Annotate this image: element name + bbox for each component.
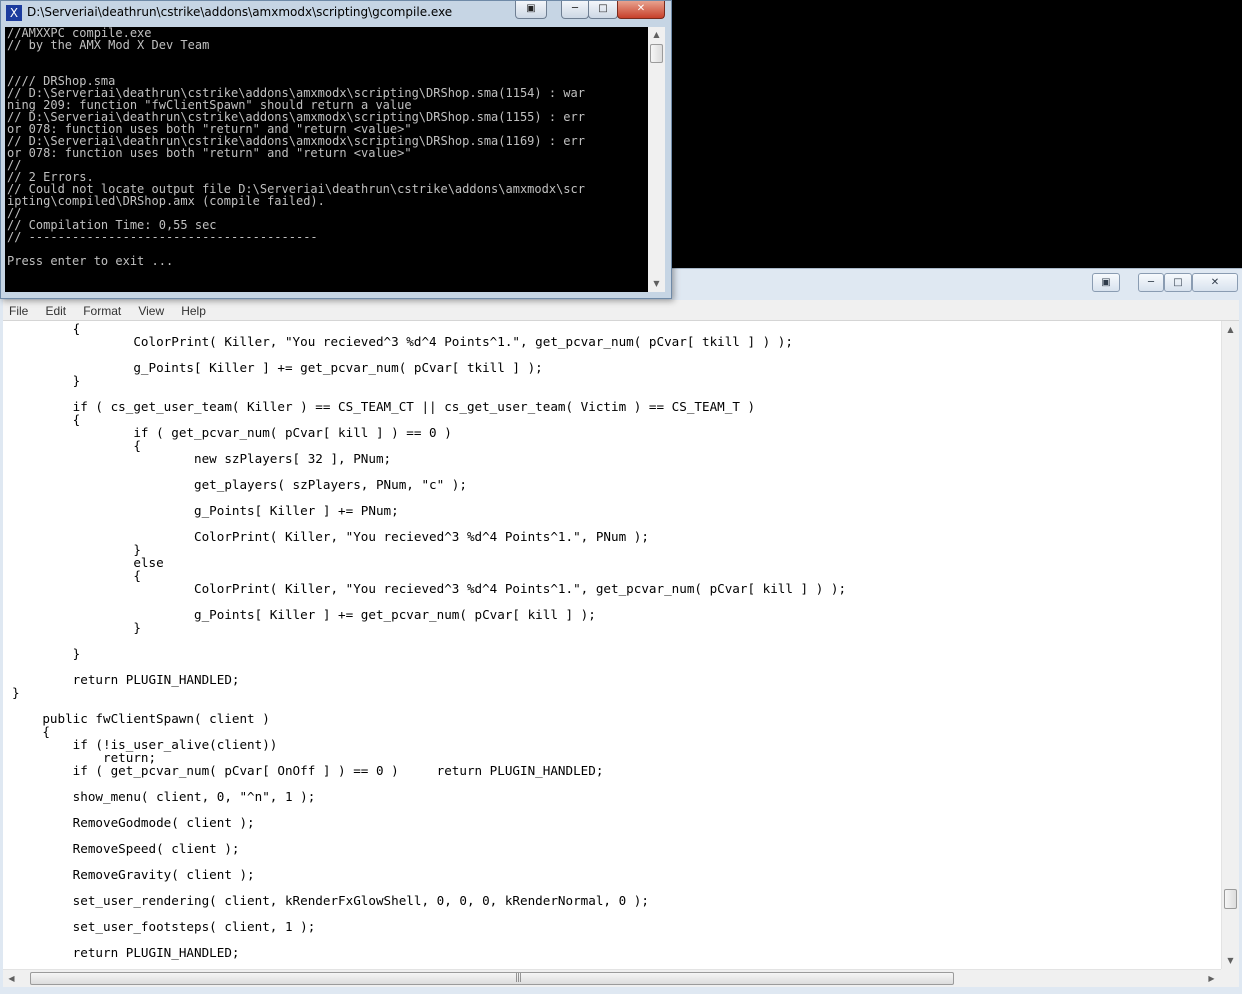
code-line: ColorPrint( Killer, "You recieved^3 %d^4…	[12, 581, 847, 596]
code-line: RemoveGodmode( client );	[12, 815, 255, 830]
code-line: }	[12, 646, 81, 661]
code-line: if ( get_pcvar_num( pCvar[ OnOff ] ) == …	[12, 763, 604, 778]
menu-view[interactable]: View	[132, 301, 170, 321]
console-line: or 078: function uses both "return" and …	[7, 146, 412, 160]
code-line: }	[12, 373, 81, 388]
console-line: ipting\compiled\DRShop.amx (compile fail…	[7, 194, 325, 208]
console-line: // -------------------------------------…	[7, 230, 318, 244]
code-line: set_user_rendering( client, kRenderFxGlo…	[12, 893, 649, 908]
menu-file[interactable]: File	[3, 301, 34, 321]
scroll-right-icon[interactable]: ▶	[1203, 970, 1220, 987]
code-line: g_Points[ Killer ] += get_pcvar_num( pCv…	[12, 360, 543, 375]
console-line: Press enter to exit ...	[7, 254, 174, 268]
minimize-button[interactable]: ─	[1138, 273, 1164, 292]
code-line: set_user_footsteps( client, 1 );	[12, 919, 316, 934]
code-line: return PLUGIN_HANDLED;	[12, 945, 240, 960]
menu-format[interactable]: Format	[77, 301, 127, 321]
menu-edit[interactable]: Edit	[39, 301, 72, 321]
code-line: show_menu( client, 0, "^n", 1 );	[12, 789, 316, 804]
console-window: X D:\Serveriai\deathrun\cstrike\addons\a…	[0, 0, 672, 299]
scroll-down-icon[interactable]: ▼	[1222, 952, 1239, 969]
console-output[interactable]: //AMXXPC compile.exe// by the AMX Mod X …	[5, 27, 648, 292]
console-title: D:\Serveriai\deathrun\cstrike\addons\amx…	[27, 5, 453, 19]
source-code: { ColorPrint( Killer, "You recieved^3 %d…	[12, 322, 846, 959]
scroll-left-icon[interactable]: ◀	[3, 970, 20, 987]
code-line: RemoveGravity( client );	[12, 867, 255, 882]
scroll-up-icon[interactable]: ▲	[648, 27, 665, 43]
notepad-window: ▣ ─ □ ✕ File Edit Format View Help { Col…	[0, 268, 1242, 994]
code-line: }	[12, 620, 141, 635]
scroll-up-icon[interactable]: ▲	[1222, 321, 1239, 338]
code-line: if ( cs_get_user_team( Killer ) == CS_TE…	[12, 399, 756, 414]
console-text: //AMXXPC compile.exe// by the AMX Mod X …	[7, 27, 585, 267]
code-line: return PLUGIN_HANDLED;	[12, 672, 240, 687]
horizontal-scrollbar[interactable]: ◀ ||| ▶	[3, 969, 1221, 987]
console-titlebar[interactable]: X D:\Serveriai\deathrun\cstrike\addons\a…	[1, 1, 671, 25]
background-console-area	[672, 0, 1242, 268]
vertical-scrollbar[interactable]: ▲ ▼	[1221, 321, 1239, 969]
code-line: g_Points[ Killer ] += PNum;	[12, 503, 399, 518]
code-line: ColorPrint( Killer, "You recieved^3 %d^4…	[12, 334, 793, 349]
scroll-thumb[interactable]	[650, 44, 663, 63]
close-button[interactable]: ✕	[617, 1, 665, 19]
console-app-icon[interactable]: X	[6, 5, 22, 21]
scroll-thumb[interactable]	[1224, 889, 1237, 909]
close-button[interactable]: ✕	[1192, 273, 1238, 292]
maximize-button[interactable]: □	[588, 1, 618, 19]
restore-icon[interactable]: ▣	[515, 1, 547, 19]
maximize-button[interactable]: □	[1164, 273, 1192, 292]
menu-bar: File Edit Format View Help	[3, 300, 1239, 321]
minimize-button[interactable]: ─	[561, 1, 589, 19]
code-line: }	[12, 685, 20, 700]
code-line: RemoveSpeed( client );	[12, 841, 240, 856]
scroll-thumb-horizontal[interactable]: |||	[30, 972, 954, 985]
code-line: get_players( szPlayers, PNum, "c" );	[12, 477, 467, 492]
scrollbar-corner	[1221, 969, 1239, 987]
menu-help[interactable]: Help	[175, 301, 212, 321]
grip-icon: |||	[515, 973, 522, 983]
console-vertical-scrollbar[interactable]: ▲ ▼	[648, 27, 665, 292]
scroll-down-icon[interactable]: ▼	[648, 276, 665, 292]
restore-icon[interactable]: ▣	[1092, 273, 1120, 292]
console-line: // by the AMX Mod X Dev Team	[7, 38, 210, 52]
code-line: public fwClientSpawn( client )	[12, 711, 270, 726]
text-editor[interactable]: { ColorPrint( Killer, "You recieved^3 %d…	[3, 321, 1221, 969]
code-line: new szPlayers[ 32 ], PNum;	[12, 451, 392, 466]
